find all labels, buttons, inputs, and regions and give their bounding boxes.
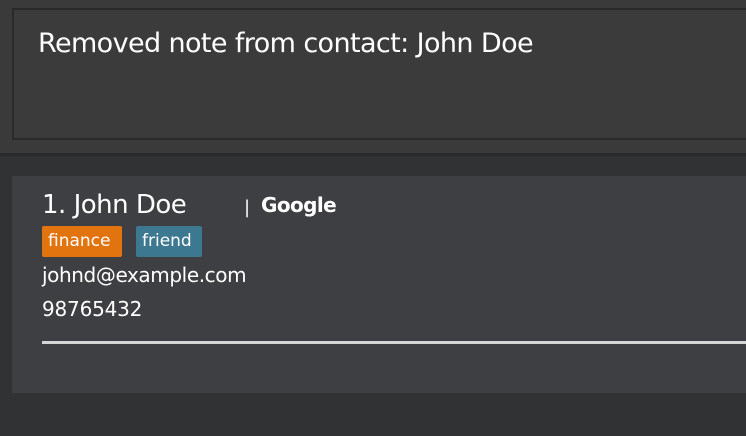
- person-name: 1. John Doe: [42, 190, 187, 220]
- person-list-panel: 1. John Doe | Google finance friend john…: [0, 156, 746, 436]
- result-display-panel: Removed note from contact: John Doe: [0, 0, 746, 153]
- person-phone: 98765432: [42, 297, 143, 321]
- person-email: johnd@example.com: [42, 263, 247, 287]
- result-message: Removed note from contact: John Doe: [38, 28, 534, 59]
- person-card[interactable]: 1. John Doe | Google finance friend john…: [12, 176, 746, 393]
- result-display-box: Removed note from contact: John Doe: [12, 8, 746, 140]
- person-company: Google: [261, 193, 337, 217]
- tag-finance: finance: [42, 226, 122, 257]
- tag-friend: friend: [136, 226, 202, 257]
- company-separator: |: [244, 197, 251, 218]
- note-divider: [42, 341, 746, 344]
